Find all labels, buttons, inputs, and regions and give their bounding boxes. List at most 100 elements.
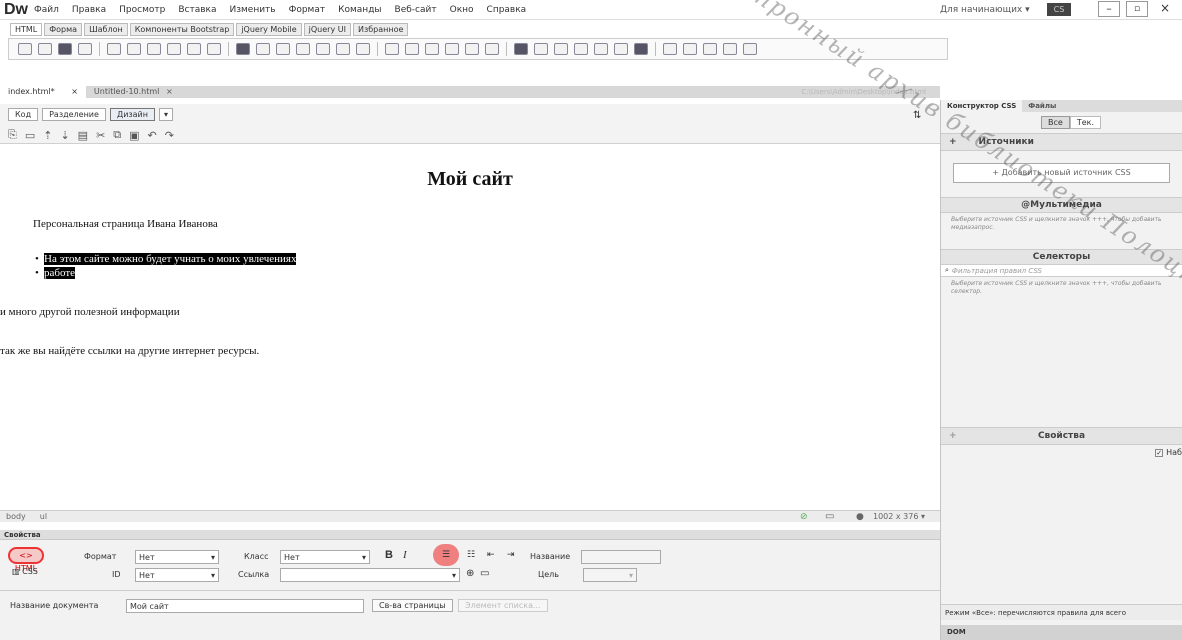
date-icon[interactable]	[485, 43, 499, 55]
media-menu-icon[interactable]	[78, 43, 92, 55]
ordered-list-button[interactable]: ☷	[467, 550, 475, 560]
insert-tab[interactable]: jQuery Mobile	[236, 22, 302, 36]
insert-tab[interactable]: Компоненты Bootstrap	[129, 22, 235, 36]
link-input[interactable]: ▾	[280, 568, 460, 582]
design-view[interactable]: Мой сайт Персональная страница Ивана Ива…	[0, 146, 940, 506]
article-icon[interactable]	[316, 43, 330, 55]
li-icon[interactable]	[187, 43, 201, 55]
tab-files[interactable]: Файлы	[1022, 102, 1062, 110]
bold-button[interactable]: B	[385, 549, 393, 561]
figure-icon[interactable]	[385, 43, 399, 55]
menu-item[interactable]: Команды	[338, 5, 381, 15]
doc-title-input[interactable]: Мой сайт	[126, 599, 364, 613]
email-icon[interactable]	[445, 43, 459, 55]
div2-icon[interactable]	[127, 43, 141, 55]
props-add-icon[interactable]: +	[949, 431, 957, 441]
insert-tab[interactable]: HTML	[10, 22, 43, 36]
page-properties-button[interactable]: Св-ва страницы	[372, 599, 453, 612]
open-icon[interactable]: ▭	[25, 129, 35, 142]
properties-header-css[interactable]: + Свойства	[941, 427, 1182, 445]
view-dropdown-icon[interactable]: ▾	[158, 108, 173, 121]
header-icon[interactable]	[236, 43, 250, 55]
audio-icon[interactable]	[574, 43, 588, 55]
aside-icon[interactable]	[296, 43, 310, 55]
cut-icon[interactable]: ✂	[96, 129, 105, 142]
selector-filter[interactable]: ⌕ Фильтрация правил CSS	[941, 265, 1182, 277]
flash-icon[interactable]	[634, 43, 648, 55]
close-tab-icon[interactable]: ×	[71, 87, 78, 96]
point-to-file-icon[interactable]: ⊕	[466, 568, 474, 579]
insert-tab[interactable]: jQuery UI	[303, 22, 351, 36]
nav-icon[interactable]	[256, 43, 270, 55]
download-icon[interactable]	[723, 43, 737, 55]
close-tab-icon[interactable]: ×	[166, 87, 173, 96]
close-button[interactable]: ×	[1154, 1, 1176, 17]
format-select[interactable]: Нет ▾	[135, 550, 219, 564]
italic-button[interactable]: I	[403, 549, 407, 561]
menu-item[interactable]: Правка	[72, 5, 106, 15]
code-view-button[interactable]: Код	[8, 108, 39, 121]
menu-item[interactable]: Просмотр	[119, 5, 165, 15]
canvas-icon[interactable]	[614, 43, 628, 55]
button-icon[interactable]	[534, 43, 548, 55]
edit-icon[interactable]	[743, 43, 757, 55]
sources-header[interactable]: + Источники	[941, 133, 1182, 151]
tab-css-designer[interactable]: Конструктор CSS	[941, 100, 1023, 112]
footer-icon[interactable]	[356, 43, 370, 55]
insert-tab[interactable]: Шаблон	[84, 22, 128, 36]
menu-item[interactable]: Справка	[487, 5, 527, 15]
ul-icon[interactable]	[147, 43, 161, 55]
menu-item[interactable]: Формат	[289, 5, 326, 15]
show-set-checkbox[interactable]: ✓ Наб	[941, 448, 1182, 457]
menu-item[interactable]: Вставка	[178, 5, 216, 15]
dom-tab[interactable]: DOM	[941, 625, 1182, 640]
template-icon[interactable]	[514, 43, 528, 55]
minimize-button[interactable]: –	[1098, 1, 1120, 17]
all-mode-button[interactable]: Все	[1041, 116, 1070, 129]
list-icon[interactable]	[663, 43, 677, 55]
current-mode-button[interactable]: Тек.	[1069, 116, 1101, 129]
media-header[interactable]: @Мультимедиа	[941, 197, 1182, 213]
maximize-button[interactable]: ▫	[1126, 1, 1148, 17]
form-icon[interactable]	[683, 43, 697, 55]
download-icon[interactable]: ⇣	[60, 129, 69, 142]
sitemap-icon[interactable]	[703, 43, 717, 55]
doc-tab-index[interactable]: index.html* ×	[0, 86, 86, 98]
html-mode-button[interactable]: <> HTML	[8, 547, 44, 573]
indent-button[interactable]: ⇥	[507, 550, 515, 560]
insert-tab[interactable]: Форма	[44, 22, 83, 36]
tag-ul[interactable]: ul	[40, 512, 47, 521]
copy-icon[interactable]: ⧉	[113, 128, 121, 142]
outdent-button[interactable]: ⇤	[487, 550, 495, 560]
css-mode-button[interactable]: ▥ CSS	[12, 567, 38, 576]
menu-item[interactable]: Изменить	[229, 5, 275, 15]
upload-icon[interactable]: ⇡	[43, 129, 52, 142]
doc-tab-untitled[interactable]: Untitled-10.html ×	[86, 86, 181, 98]
comment-icon[interactable]	[425, 43, 439, 55]
unordered-list-button[interactable]: ☰	[433, 544, 459, 566]
paste-icon[interactable]: ▣	[129, 129, 139, 142]
div-icon[interactable]	[18, 43, 32, 55]
device-preview-icon[interactable]: ▭	[825, 511, 834, 522]
undo-icon[interactable]: ↶	[148, 129, 157, 142]
anchor-icon[interactable]	[465, 43, 479, 55]
widget-icon[interactable]	[554, 43, 568, 55]
preview-globe-icon[interactable]: ●	[856, 512, 864, 522]
menu-item[interactable]: Файл	[34, 5, 59, 15]
link-icon[interactable]	[405, 43, 419, 55]
id-select[interactable]: Нет ▾	[135, 568, 219, 582]
table-icon[interactable]	[107, 43, 121, 55]
add-source-button[interactable]: + Добавить новый источник CSS	[953, 163, 1170, 183]
class-select[interactable]: Нет ▾	[280, 550, 370, 564]
media-icon[interactable]	[58, 43, 72, 55]
ol-icon[interactable]	[167, 43, 181, 55]
redo-icon[interactable]: ↷	[165, 129, 174, 142]
video-icon[interactable]	[594, 43, 608, 55]
insert-tab[interactable]: Избранное	[352, 22, 409, 36]
workspace-switcher[interactable]: Для начинающих ▾	[940, 5, 1030, 15]
save-icon[interactable]: ▤	[78, 129, 88, 142]
section-icon[interactable]	[336, 43, 350, 55]
design-view-button[interactable]: Дизайн	[109, 108, 155, 121]
refresh-icon[interactable]: ⇅	[913, 110, 921, 121]
main-icon[interactable]	[276, 43, 290, 55]
